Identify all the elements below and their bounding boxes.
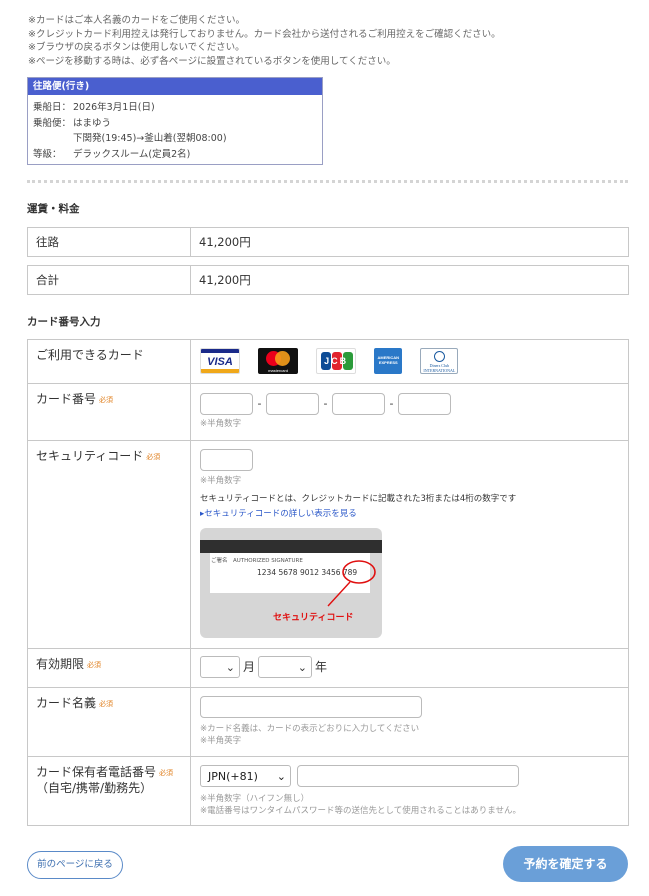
fare-total-label: 合計 bbox=[28, 266, 191, 294]
row-available-cards: ご利用できるカード VISA mastercard JCB AMERICAN E… bbox=[28, 340, 628, 383]
required-badge: 必須 bbox=[146, 453, 161, 461]
year-unit: 年 bbox=[315, 660, 328, 674]
security-code-description: セキュリティコードとは、クレジットカードに記載された3桁または4桁の数字です bbox=[200, 494, 517, 504]
chevron-down-icon: ⌄ bbox=[297, 660, 308, 674]
card-number-label: カード番号 bbox=[36, 392, 97, 406]
fare-outbound-value: 41,200円 bbox=[199, 235, 251, 249]
cvv-caption: セキュリティコード bbox=[273, 613, 354, 623]
note-line: ※クレジットカード利用控えは発行しておりません。カード会社から送付されるご利用控… bbox=[28, 28, 501, 40]
security-code-note: ※半角数字 bbox=[200, 476, 242, 486]
security-code-label: セキュリティコード bbox=[36, 449, 144, 463]
voyage-title: 往路便(行き) bbox=[28, 78, 322, 95]
voyage-date-label: 乗船日： bbox=[33, 102, 72, 113]
phone-note-2: ※電話番号はワンタイムパスワード等の送信先として使用されることはありません。 bbox=[200, 806, 521, 816]
card-number-input-4[interactable] bbox=[398, 392, 451, 415]
row-expiry: 有効期限 必須 ⌄ 月 ⌄ 年 bbox=[28, 648, 628, 687]
voyage-ship: はまゆう bbox=[73, 117, 112, 129]
month-unit: 月 bbox=[243, 660, 256, 674]
fare-outbound-label: 往路 bbox=[28, 228, 191, 256]
row-card-name: カード名義 必須 ※カード名義は、カードの表示どおりに入力してください ※半角英字 bbox=[28, 687, 628, 756]
separator: - bbox=[389, 397, 394, 410]
voyage-route: 下関発(19:45)→釜山着(翌朝08:00) bbox=[73, 133, 227, 144]
chevron-down-icon: ⌄ bbox=[276, 769, 286, 783]
notes: ※カードはご本人名義のカードをご使用ください。 ※クレジットカード利用控えは発行… bbox=[28, 14, 501, 68]
phone-label: カード保有者電話番号 bbox=[36, 765, 157, 779]
phone-number-input[interactable] bbox=[297, 765, 519, 787]
expiry-month-select[interactable]: ⌄ bbox=[200, 656, 240, 678]
required-badge: 必須 bbox=[87, 661, 102, 669]
phone-note-1: ※半角数字（ハイフン無し） bbox=[200, 794, 310, 804]
card-name-input[interactable] bbox=[200, 696, 422, 718]
jcb-logo: JCB bbox=[316, 348, 357, 374]
fare-row-outbound: 往路 41,200円 bbox=[27, 227, 629, 257]
separator: - bbox=[323, 397, 328, 410]
card-name-note-1: ※カード名義は、カードの表示どおりに入力してください bbox=[200, 724, 420, 734]
card-name-note-2: ※半角英字 bbox=[200, 736, 242, 746]
voyage-class: デラックスルーム(定員2名) bbox=[73, 148, 191, 160]
phone-country-select[interactable]: JPN(+81) ⌄ bbox=[200, 765, 291, 787]
voyage-class-label: 等級： bbox=[33, 148, 62, 160]
voyage-ship-label: 乗船便： bbox=[33, 117, 72, 129]
fare-total-value: 41,200円 bbox=[199, 273, 251, 287]
card-name-label: カード名義 bbox=[36, 696, 97, 710]
chevron-down-icon: ⌄ bbox=[225, 660, 235, 674]
security-code-detail-link[interactable]: ▸セキュリティコードの詳しい表示を見る bbox=[200, 508, 628, 520]
diners-logo: Diners Club INTERNATIONAL bbox=[420, 348, 459, 374]
note-line: ※カードはご本人名義のカードをご使用ください。 bbox=[28, 15, 245, 26]
card-number-input-2[interactable] bbox=[266, 392, 319, 415]
back-button[interactable]: 前のページに戻る bbox=[27, 851, 123, 879]
mastercard-logo: mastercard bbox=[258, 348, 299, 374]
expiry-year-select[interactable]: ⌄ bbox=[258, 656, 313, 678]
required-badge: 必須 bbox=[99, 396, 114, 404]
dotted-divider bbox=[27, 180, 628, 183]
card-number-input-1[interactable] bbox=[200, 392, 253, 415]
amex-logo: AMERICAN EXPRESS bbox=[374, 348, 403, 374]
security-code-card-image: ご署名 AUTHORIZED SIGNATURE 1234 5678 9012 … bbox=[200, 528, 382, 638]
phone-sublabel: （自宅/携帯/勤務先） bbox=[36, 781, 153, 795]
note-line: ※ブラウザの戻るボタンは使用しないでください。 bbox=[28, 42, 245, 54]
available-cards-label: ご利用できるカード bbox=[28, 340, 191, 383]
fare-section-title: 運賃・料金 bbox=[27, 203, 80, 215]
row-phone: カード保有者電話番号 必須 （自宅/携帯/勤務先） JPN(+81) ⌄ ※半角数… bbox=[28, 756, 628, 825]
phone-country-value: JPN(+81) bbox=[208, 769, 258, 783]
card-number-note: ※半角数字 bbox=[200, 419, 242, 429]
voyage-summary: 往路便(行き) 乗船日： 2026年3月1日(日) 乗船便： はまゆう 下関発(19… bbox=[27, 77, 323, 165]
separator: - bbox=[257, 397, 262, 410]
required-badge: 必須 bbox=[99, 700, 114, 708]
confirm-booking-button[interactable]: 予約を確定する bbox=[503, 846, 628, 882]
row-security-code: セキュリティコード 必須 ※半角数字 セキュリティコードとは、クレジットカードに記… bbox=[28, 440, 628, 648]
voyage-date: 2026年3月1日(日) bbox=[73, 102, 155, 113]
required-badge: 必須 bbox=[159, 769, 174, 777]
security-code-input[interactable] bbox=[200, 449, 253, 471]
card-number-input-3[interactable] bbox=[332, 392, 385, 415]
expiry-label: 有効期限 bbox=[36, 657, 85, 671]
note-line: ※ページを移動する時は、必ず各ページに設置されているボタンを使用してください。 bbox=[28, 55, 396, 67]
fare-row-total: 合計 41,200円 bbox=[27, 265, 629, 295]
card-form: ご利用できるカード VISA mastercard JCB AMERICAN E… bbox=[27, 339, 629, 826]
card-section-title: カード番号入力 bbox=[27, 316, 101, 328]
visa-logo: VISA bbox=[200, 348, 240, 374]
row-card-number: カード番号 必須 - - - ※半角数字 bbox=[28, 383, 628, 440]
